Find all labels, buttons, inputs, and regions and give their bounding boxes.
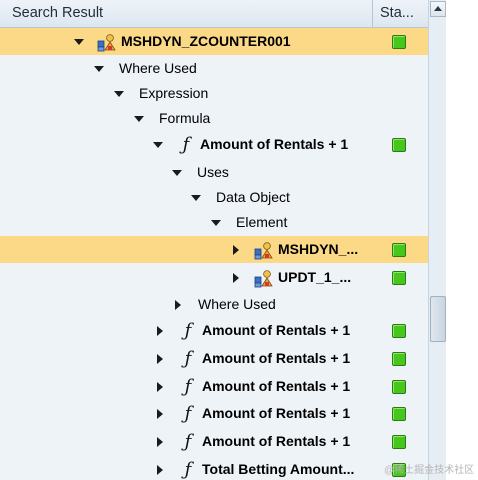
expand-arrow-icon[interactable] (154, 408, 166, 420)
data-object-icon (254, 268, 274, 288)
watermark: @稀土掘金技术社区 (384, 465, 475, 476)
tree-row-label: Amount of Rentals + 1 (202, 433, 351, 449)
status-green-icon (392, 407, 406, 421)
collapse-arrow-icon[interactable] (152, 139, 164, 151)
column-header-search-result[interactable]: Search Result (0, 0, 373, 27)
scroll-thumb[interactable] (430, 296, 446, 342)
expand-arrow-icon[interactable] (154, 353, 166, 365)
status-green-icon (392, 271, 406, 285)
expand-arrow-icon[interactable] (172, 299, 184, 311)
status-green-icon (392, 380, 406, 394)
tree-row-label: MSHDYN_... (278, 241, 359, 257)
tree-row[interactable]: ƒ Amount of Rentals + 1 (0, 428, 428, 455)
tree-row-label: Amount of Rentals + 1 (202, 378, 351, 394)
status-green-icon (392, 243, 406, 257)
collapse-arrow-icon[interactable] (113, 88, 125, 100)
column-header-status[interactable]: Sta... (372, 0, 424, 27)
scroll-up-button[interactable] (430, 1, 446, 17)
expand-arrow-icon[interactable] (230, 272, 242, 284)
expand-arrow-icon[interactable] (154, 436, 166, 448)
tree-row-label: Where Used (119, 60, 197, 76)
collapse-arrow-icon[interactable] (93, 63, 105, 75)
tree-row-label: Amount of Rentals + 1 (200, 136, 349, 152)
collapse-arrow-icon[interactable] (73, 36, 85, 48)
status-green-icon (392, 435, 406, 449)
status-green-icon (392, 35, 406, 49)
tree-row[interactable]: UPDT_1_... (0, 264, 428, 291)
tree-row-label: Element (236, 214, 288, 230)
tree-row[interactable]: Where Used (0, 291, 428, 318)
status-green-icon (392, 138, 406, 152)
tree-row[interactable]: ƒ Amount of Rentals + 1 (0, 317, 428, 344)
tree-row[interactable]: ƒ Amount of Rentals + 1 (0, 400, 428, 427)
vertical-scrollbar[interactable] (428, 0, 447, 480)
search-result-tree: Search Result Sta... MSHDYN_ZCOUNTER001 W… (0, 0, 429, 480)
data-object-icon (97, 32, 117, 52)
status-green-icon (392, 352, 406, 366)
collapse-arrow-icon[interactable] (133, 113, 145, 125)
expand-arrow-icon[interactable] (154, 325, 166, 337)
collapse-arrow-icon[interactable] (190, 192, 202, 204)
expand-arrow-icon[interactable] (154, 464, 166, 476)
tree-row[interactable]: ƒ Total Betting Amount... (0, 456, 428, 480)
tree-row-label: Amount of Rentals + 1 (202, 405, 351, 421)
formula-icon: ƒ (184, 348, 192, 369)
tree-row[interactable]: MSHDYN_ZCOUNTER001 (0, 28, 428, 55)
tree-row-label: UPDT_1_... (278, 269, 352, 285)
window-margin (446, 0, 478, 480)
tree-row[interactable]: ƒ Amount of Rentals + 1 (0, 345, 428, 372)
tree-row[interactable]: Uses (0, 159, 428, 186)
tree-row-label: Data Object (216, 189, 290, 205)
tree-row-label: Where Used (198, 296, 276, 312)
tree-row[interactable]: Expression (0, 80, 428, 107)
expand-arrow-icon[interactable] (230, 244, 242, 256)
tree-row-label: Amount of Rentals + 1 (202, 350, 351, 366)
tree-row-label: Uses (197, 164, 229, 180)
formula-icon: ƒ (184, 431, 192, 452)
formula-icon: ƒ (184, 320, 192, 341)
expand-arrow-icon[interactable] (154, 381, 166, 393)
tree-row-label: Total Betting Amount... (202, 461, 355, 477)
collapse-arrow-icon[interactable] (210, 217, 222, 229)
tree-row[interactable]: Data Object (0, 184, 428, 211)
status-green-icon (392, 324, 406, 338)
formula-icon: ƒ (184, 403, 192, 424)
tree-row[interactable]: Element (0, 209, 428, 236)
tree-row[interactable]: MSHDYN_... (0, 236, 428, 263)
tree-header: Search Result Sta... (0, 0, 428, 28)
formula-icon: ƒ (184, 459, 192, 480)
tree-row-label: Expression (139, 85, 209, 101)
tree-row[interactable]: ƒ Amount of Rentals + 1 (0, 131, 428, 158)
tree-row[interactable]: Formula (0, 105, 428, 132)
formula-icon: ƒ (184, 376, 192, 397)
collapse-arrow-icon[interactable] (171, 167, 183, 179)
tree-row-label: Formula (159, 110, 211, 126)
tree-row[interactable]: ƒ Amount of Rentals + 1 (0, 373, 428, 400)
data-object-icon (254, 240, 274, 260)
tree-row-label: Amount of Rentals + 1 (202, 322, 351, 338)
formula-icon: ƒ (182, 134, 190, 155)
tree-row-label: MSHDYN_ZCOUNTER001 (121, 33, 291, 49)
tree-row[interactable]: Where Used (0, 55, 428, 82)
